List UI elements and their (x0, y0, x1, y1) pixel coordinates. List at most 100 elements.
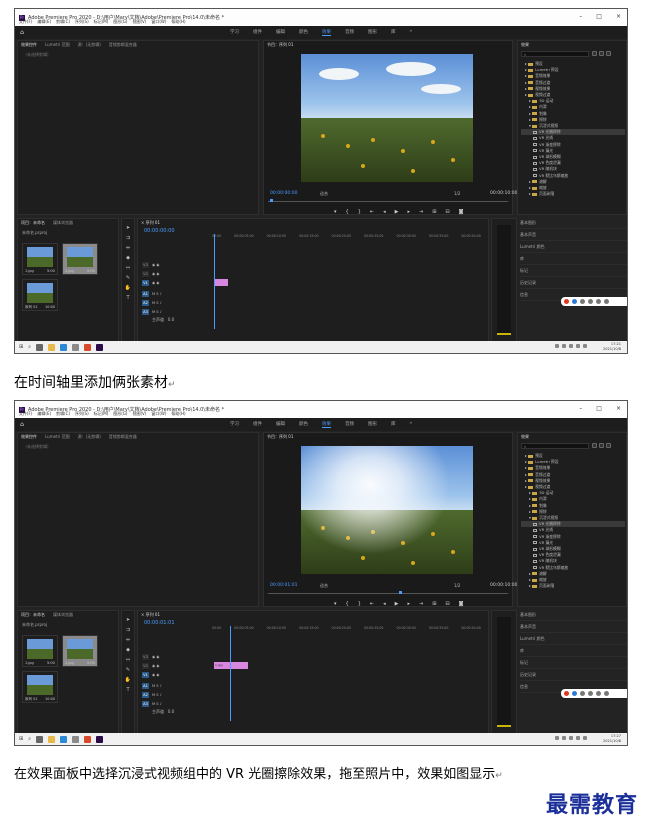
menu-clip[interactable]: 剪辑(C) (56, 411, 70, 417)
insert-icon[interactable]: ⊞ (432, 209, 436, 215)
side-panel-item[interactable]: Lumetri 颜色 (520, 241, 627, 253)
side-panel-item[interactable]: 历史记录 (520, 669, 627, 681)
side-panel-item[interactable]: 基本声音 (520, 229, 627, 241)
tab-media-browser[interactable]: 媒体浏览器 (53, 220, 73, 226)
pen-tool-icon[interactable]: ✎ (126, 667, 130, 673)
side-panel-item[interactable]: 基本图形 (520, 217, 627, 229)
app-icon[interactable] (72, 735, 80, 743)
maximize-button[interactable]: □ (596, 405, 602, 412)
track-v1[interactable]: V1 ◉ ◉ (142, 671, 206, 678)
track-v1[interactable]: V1 ◉ ◉ (142, 279, 206, 286)
input-method-toolbar[interactable] (561, 297, 627, 306)
track-v3[interactable]: V3 ◉ ◉ (142, 261, 206, 268)
home-icon[interactable]: ⌂ (15, 29, 29, 36)
input-method-toolbar[interactable] (561, 689, 627, 698)
accelerated-filter-icon[interactable] (592, 51, 597, 56)
workspace-learn[interactable]: 学习 (230, 421, 239, 428)
side-panel-item[interactable]: 标记 (520, 657, 627, 669)
workspace-graphics[interactable]: 图形 (368, 29, 377, 36)
file-explorer-icon[interactable] (48, 343, 56, 351)
overwrite-icon[interactable]: ⊟ (445, 209, 449, 215)
menu-view[interactable]: 视图(V) (132, 19, 146, 25)
premiere-taskbar-icon[interactable] (96, 343, 104, 351)
fit-dropdown[interactable]: 适合 (320, 191, 328, 197)
program-scrubber[interactable] (268, 201, 508, 202)
timeline-ruler[interactable]: 00:00 00:00:05:00 00:00:10:00 00:00:15:00 0… (212, 626, 482, 632)
track-a2[interactable]: A2 M S ♪ (142, 691, 206, 698)
ripple-edit-tool-icon[interactable]: ⇹ (126, 245, 130, 251)
play-icon[interactable]: ▶ (395, 209, 399, 215)
project-item-2[interactable]: 2.jpg 5:00 (62, 243, 98, 275)
32bit-filter-icon[interactable] (599, 51, 604, 56)
track-v2[interactable]: V2 ◉ ◉ (142, 662, 206, 669)
hand-tool-icon[interactable]: ✋ (125, 677, 131, 683)
tab-effect-controls[interactable]: 效果控件 (21, 434, 37, 440)
overwrite-icon[interactable]: ⊟ (445, 601, 449, 607)
resolution-dropdown[interactable]: 1/2 (454, 583, 460, 588)
project-item-1[interactable]: 1.jpg 5:00 (22, 243, 58, 275)
mark-in-icon[interactable]: { (346, 209, 349, 215)
project-item-2[interactable]: 2.jpg 5:00 (62, 635, 98, 667)
track-select-tool-icon[interactable]: ⇉ (126, 235, 130, 241)
hand-tool-icon[interactable]: ✋ (125, 285, 131, 291)
timeline-timecode[interactable]: 00:00:01:01 (144, 620, 175, 626)
razor-tool-icon[interactable]: ◆ (126, 647, 130, 653)
workspace-more[interactable]: » (410, 421, 413, 428)
tab-sequence[interactable]: × 序列 01 (141, 612, 160, 618)
workspace-learn[interactable]: 学习 (230, 29, 239, 36)
timeline-playhead[interactable] (230, 626, 231, 721)
export-frame-icon[interactable]: ◙ (459, 209, 464, 215)
track-a2[interactable]: A2 M S ♪ (142, 299, 206, 306)
system-clock[interactable]: 17:27 2021/10/8 (603, 734, 621, 743)
workspace-libraries[interactable]: 库 (391, 421, 396, 428)
go-to-out-icon[interactable]: ⇥ (419, 601, 423, 607)
workspace-color[interactable]: 颜色 (299, 29, 308, 36)
side-panel-item[interactable]: 基本声音 (520, 621, 627, 633)
program-playhead[interactable] (270, 199, 273, 202)
menu-edit[interactable]: 编辑(E) (37, 411, 51, 417)
insert-icon[interactable]: ⊞ (432, 601, 436, 607)
side-panel-item[interactable]: 库 (520, 645, 627, 657)
tab-lumetri-scopes[interactable]: Lumetri 范围 (45, 42, 70, 48)
timeline-playhead[interactable] (214, 234, 215, 329)
workspace-edit[interactable]: 编辑 (276, 421, 285, 428)
tab-program[interactable]: 节目：序列 01 (267, 434, 293, 440)
track-v2[interactable]: V2 ◉ ◉ (142, 270, 206, 277)
track-a3[interactable]: A3 M S ♪ (142, 700, 206, 707)
edge-icon[interactable] (60, 343, 68, 351)
effects-search-input[interactable]: ⌕ (521, 51, 589, 57)
menu-sequence[interactable]: 序列(S) (75, 411, 89, 417)
menu-graphics[interactable]: 图形(G) (113, 19, 127, 25)
effects-search-input[interactable]: ⌕ (521, 443, 589, 449)
menu-view[interactable]: 视图(V) (132, 411, 146, 417)
slip-tool-icon[interactable]: ↔ (126, 265, 130, 271)
yuv-filter-icon[interactable] (606, 51, 611, 56)
razor-tool-icon[interactable]: ◆ (126, 255, 130, 261)
tab-sequence[interactable]: × 序列 01 (141, 220, 160, 226)
export-frame-icon[interactable]: ◙ (459, 601, 464, 607)
add-marker-icon[interactable]: ▾ (334, 601, 337, 607)
program-timecode[interactable]: 00:00:00:00 (270, 191, 297, 196)
accelerated-filter-icon[interactable] (592, 443, 597, 448)
menu-file[interactable]: 文件(F) (19, 411, 32, 417)
windows-start-icon[interactable]: ⊞ (19, 344, 23, 350)
home-icon[interactable]: ⌂ (15, 421, 29, 428)
workspace-edit[interactable]: 编辑 (276, 29, 285, 36)
mark-in-icon[interactable]: { (346, 601, 349, 607)
minimize-button[interactable]: – (579, 13, 582, 20)
workspace-assembly[interactable]: 组件 (253, 421, 262, 428)
tab-project[interactable]: 项目：未命名 (21, 612, 45, 618)
timeline-ruler[interactable]: 00:00 00:00:05:00 00:00:10:00 00:00:15:00 0… (212, 234, 482, 240)
track-a1[interactable]: A1 M S ♪ (142, 290, 206, 297)
tab-source[interactable]: 源：(无剪辑) (78, 42, 101, 48)
effect-tree-item[interactable]: ▸ 页面剥落 (521, 583, 625, 589)
timeline-timecode[interactable]: 00:00:00:00 (144, 228, 175, 234)
side-panel-item[interactable]: Lumetri 颜色 (520, 633, 627, 645)
tab-audio-clip-mixer[interactable]: 音频剪辑混合器 (109, 42, 137, 48)
maximize-button[interactable]: □ (596, 13, 602, 20)
app-icon[interactable] (72, 343, 80, 351)
pen-tool-icon[interactable]: ✎ (126, 275, 130, 281)
menu-file[interactable]: 文件(F) (19, 19, 32, 25)
edge-icon[interactable] (60, 735, 68, 743)
task-view-icon[interactable] (36, 343, 44, 351)
